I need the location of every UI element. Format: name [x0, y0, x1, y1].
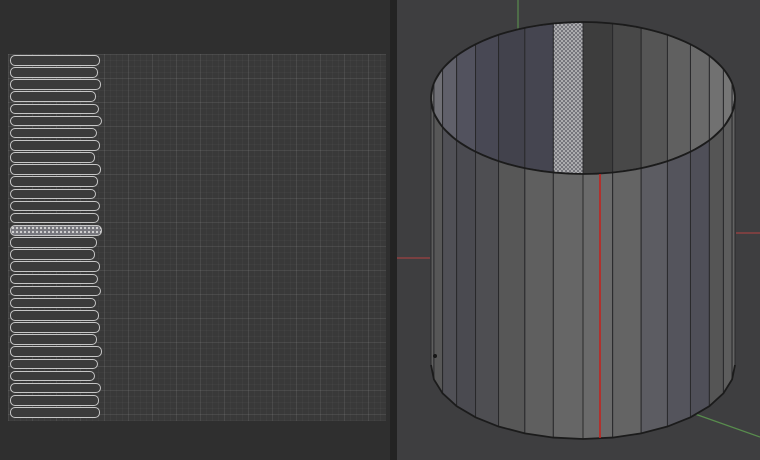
- cylinder-face[interactable]: [553, 173, 583, 439]
- viewport-svg[interactable]: [397, 0, 760, 460]
- uv-editor-panel[interactable]: [0, 0, 390, 460]
- vertex-dot: [433, 354, 437, 358]
- uv-face-strip[interactable]: [10, 152, 95, 163]
- uv-face-strip[interactable]: [10, 213, 99, 224]
- uv-face-strip[interactable]: [10, 383, 101, 394]
- uv-face-strip[interactable]: [10, 274, 98, 285]
- uv-face-strip[interactable]: [10, 237, 97, 248]
- viewport-3d-panel[interactable]: [397, 0, 760, 460]
- cylinder-face[interactable]: [476, 152, 499, 427]
- uv-face-strip[interactable]: [10, 67, 98, 78]
- uv-grid-canvas[interactable]: [8, 54, 386, 421]
- cylinder-face[interactable]: [732, 98, 735, 379]
- uv-face-strip[interactable]: [10, 395, 99, 406]
- cylinder-face[interactable]: [434, 113, 443, 393]
- uv-face-strip-selected[interactable]: [10, 225, 102, 236]
- panel-divider[interactable]: [390, 0, 397, 460]
- blender-window: [0, 0, 760, 460]
- uv-face-strip[interactable]: [10, 79, 101, 90]
- cylinder-face[interactable]: [690, 140, 709, 417]
- uv-face-strip[interactable]: [10, 116, 102, 127]
- uv-face-strip[interactable]: [10, 334, 97, 345]
- cylinder-face[interactable]: [613, 168, 642, 437]
- cylinder-interior-face[interactable]: [709, 56, 723, 140]
- uv-face-strip[interactable]: [10, 261, 100, 272]
- uv-face-strip[interactable]: [10, 310, 99, 321]
- cylinder-face[interactable]: [583, 173, 613, 439]
- uv-face-strip[interactable]: [10, 104, 99, 115]
- uv-face-strip[interactable]: [10, 128, 97, 139]
- uv-face-strip[interactable]: [10, 140, 100, 151]
- cylinder-face[interactable]: [499, 161, 525, 433]
- cylinder-interior-face[interactable]: [583, 22, 613, 174]
- cylinder-interior-face[interactable]: [443, 56, 457, 140]
- cylinder-face[interactable]: [457, 140, 476, 417]
- uv-face-strip[interactable]: [10, 249, 95, 260]
- uv-face-strip[interactable]: [10, 286, 101, 297]
- cylinder-interior-face[interactable]: [667, 35, 690, 161]
- uv-face-strip[interactable]: [10, 346, 102, 357]
- uv-face-strip[interactable]: [10, 298, 96, 309]
- selected-face[interactable]: [553, 22, 583, 174]
- uv-face-strip[interactable]: [10, 189, 96, 200]
- cylinder-interior-face[interactable]: [457, 44, 476, 151]
- cylinder-interior-face[interactable]: [476, 35, 499, 161]
- cylinder-interior-face[interactable]: [499, 28, 525, 168]
- cylinder-interior-face[interactable]: [525, 23, 554, 172]
- uv-face-strip[interactable]: [10, 201, 100, 212]
- uv-face-strip[interactable]: [10, 176, 98, 187]
- cylinder-face[interactable]: [443, 127, 457, 406]
- cylinder-face[interactable]: [641, 161, 667, 433]
- cylinder-face[interactable]: [667, 152, 690, 427]
- cylinder-face[interactable]: [525, 168, 554, 437]
- uv-face-strip[interactable]: [10, 407, 100, 418]
- cylinder-interior-face[interactable]: [613, 23, 642, 172]
- cylinder-face[interactable]: [723, 113, 732, 393]
- uv-face-strip[interactable]: [10, 91, 96, 102]
- y-axis-line: [695, 414, 760, 437]
- uv-face-strip[interactable]: [10, 55, 100, 66]
- uv-face-strip[interactable]: [10, 359, 98, 370]
- cylinder-interior-face[interactable]: [690, 44, 709, 151]
- cylinder-face[interactable]: [709, 127, 723, 406]
- uv-face-strip[interactable]: [10, 322, 100, 333]
- cylinder-interior-face[interactable]: [641, 28, 667, 168]
- uv-island[interactable]: [10, 55, 102, 419]
- uv-face-strip[interactable]: [10, 371, 95, 382]
- uv-face-strip[interactable]: [10, 164, 101, 175]
